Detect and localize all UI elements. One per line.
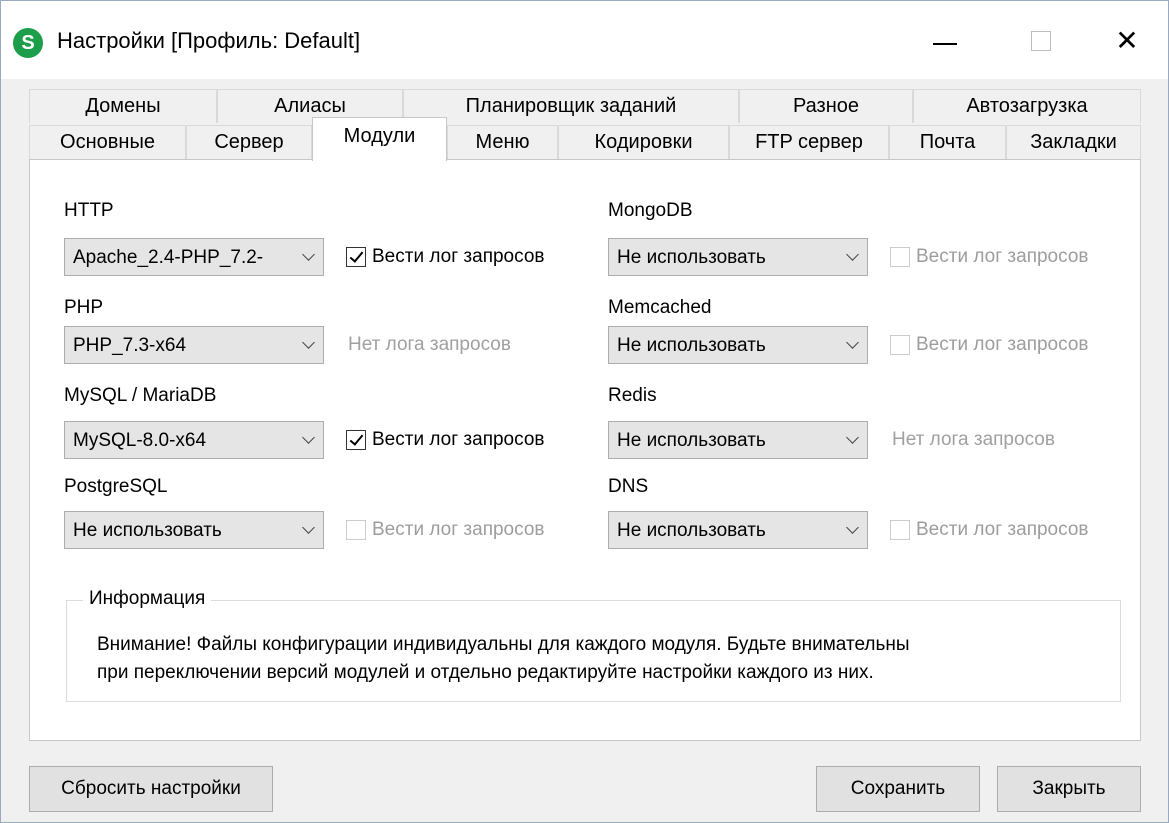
tab-server[interactable]: Сервер xyxy=(186,125,312,159)
redis-select-value: Не использовать xyxy=(617,430,766,451)
chevron-down-icon xyxy=(302,521,315,534)
mongodb-select-value: Не использовать xyxy=(617,247,766,268)
http-select-value: Apache_2.4-PHP_7.2- xyxy=(73,247,264,268)
tab-domains[interactable]: Домены xyxy=(29,89,217,123)
dns-label: DNS xyxy=(608,476,649,497)
postgresql-label: PostgreSQL xyxy=(64,476,168,497)
chevron-down-icon xyxy=(846,521,859,534)
dns-log-checkbox[interactable]: Вести лог запросов xyxy=(890,519,1088,541)
maximize-icon xyxy=(1031,31,1051,51)
tab-encodings[interactable]: Кодировки xyxy=(558,125,729,159)
close-button[interactable]: Закрыть xyxy=(997,766,1141,812)
php-select-value: PHP_7.3-x64 xyxy=(73,335,187,356)
minimize-button[interactable] xyxy=(917,19,973,63)
mysql-log-checkbox[interactable]: Вести лог запросов xyxy=(346,429,544,451)
checkbox-unchecked-icon xyxy=(890,335,910,355)
redis-no-log-text: Нет лога запросов xyxy=(892,429,1055,450)
http-label: HTTP xyxy=(64,200,114,221)
mysql-label: MySQL / MariaDB xyxy=(64,385,217,406)
memcached-log-label: Вести лог запросов xyxy=(916,334,1089,355)
reset-settings-button[interactable]: Сбросить настройки xyxy=(29,766,273,812)
info-groupbox: Информация Внимание! Файлы конфигурации … xyxy=(66,588,1121,702)
mongodb-label: MongoDB xyxy=(608,200,693,221)
php-label: PHP xyxy=(64,297,104,318)
mongodb-log-checkbox[interactable]: Вести лог запросов xyxy=(890,246,1088,268)
checkbox-unchecked-icon xyxy=(890,520,910,540)
postgresql-select-value: Не использовать xyxy=(73,520,222,541)
dns-log-label: Вести лог запросов xyxy=(916,519,1089,540)
http-log-label: Вести лог запросов xyxy=(372,246,545,267)
checkbox-checked-icon xyxy=(346,430,366,450)
window-title: Настройки [Профиль: Default] xyxy=(57,28,361,53)
tab-ftp-server[interactable]: FTP сервер xyxy=(729,125,889,159)
postgresql-log-label: Вести лог запросов xyxy=(372,519,545,540)
mysql-select[interactable]: MySQL-8.0-x64 xyxy=(64,421,324,459)
chevron-down-icon xyxy=(846,336,859,349)
php-select[interactable]: PHP_7.3-x64 xyxy=(64,326,324,364)
tab-scheduler[interactable]: Планировщик заданий xyxy=(403,89,739,123)
http-select[interactable]: Apache_2.4-PHP_7.2- xyxy=(64,238,324,276)
app-logo-icon: S xyxy=(13,28,43,58)
mysql-log-label: Вести лог запросов xyxy=(372,429,545,450)
redis-label: Redis xyxy=(608,385,657,406)
postgresql-log-checkbox[interactable]: Вести лог запросов xyxy=(346,519,544,541)
tab-bookmarks[interactable]: Закладки xyxy=(1006,125,1141,159)
mongodb-log-label: Вести лог запросов xyxy=(916,246,1089,267)
save-button[interactable]: Сохранить xyxy=(816,766,980,812)
modules-panel: HTTP Apache_2.4-PHP_7.2- Вести лог запро… xyxy=(29,159,1141,741)
mysql-select-value: MySQL-8.0-x64 xyxy=(73,430,207,451)
redis-select[interactable]: Не использовать xyxy=(608,421,868,459)
mongodb-select[interactable]: Не использовать xyxy=(608,238,868,276)
tab-misc[interactable]: Разное xyxy=(739,89,913,123)
tab-general[interactable]: Основные xyxy=(29,125,186,159)
chevron-down-icon xyxy=(302,248,315,261)
memcached-select[interactable]: Не использовать xyxy=(608,326,868,364)
chevron-down-icon xyxy=(846,431,859,444)
memcached-select-value: Не использовать xyxy=(617,335,766,356)
info-text: Внимание! Файлы конфигурации индивидуаль… xyxy=(97,631,910,687)
info-line-2: при переключении версий модулей и отдель… xyxy=(97,662,874,683)
tab-menu[interactable]: Меню xyxy=(447,125,558,159)
tab-modules[interactable]: Модули xyxy=(312,117,447,161)
memcached-label: Memcached xyxy=(608,297,712,318)
info-title: Информация xyxy=(83,588,212,610)
checkbox-unchecked-icon xyxy=(890,247,910,267)
title-bar: S Настройки [Профиль: Default] ✕ xyxy=(1,1,1168,79)
checkbox-unchecked-icon xyxy=(346,520,366,540)
close-icon: ✕ xyxy=(1115,25,1139,56)
info-line-1: Внимание! Файлы конфигурации индивидуаль… xyxy=(97,634,910,655)
chevron-down-icon xyxy=(846,248,859,261)
settings-window: S Настройки [Профиль: Default] ✕ Домены … xyxy=(0,0,1169,823)
memcached-log-checkbox[interactable]: Вести лог запросов xyxy=(890,334,1088,356)
minimize-icon xyxy=(933,43,957,45)
postgresql-select[interactable]: Не использовать xyxy=(64,511,324,549)
chevron-down-icon xyxy=(302,431,315,444)
chevron-down-icon xyxy=(302,336,315,349)
close-window-button[interactable]: ✕ xyxy=(1099,19,1155,63)
dns-select-value: Не использовать xyxy=(617,520,766,541)
dns-select[interactable]: Не использовать xyxy=(608,511,868,549)
php-no-log-text: Нет лога запросов xyxy=(348,334,511,355)
tab-autostart[interactable]: Автозагрузка xyxy=(913,89,1141,123)
maximize-button[interactable] xyxy=(1013,19,1069,63)
tab-mail[interactable]: Почта xyxy=(889,125,1006,159)
checkbox-checked-icon xyxy=(346,247,366,267)
http-log-checkbox[interactable]: Вести лог запросов xyxy=(346,246,544,268)
